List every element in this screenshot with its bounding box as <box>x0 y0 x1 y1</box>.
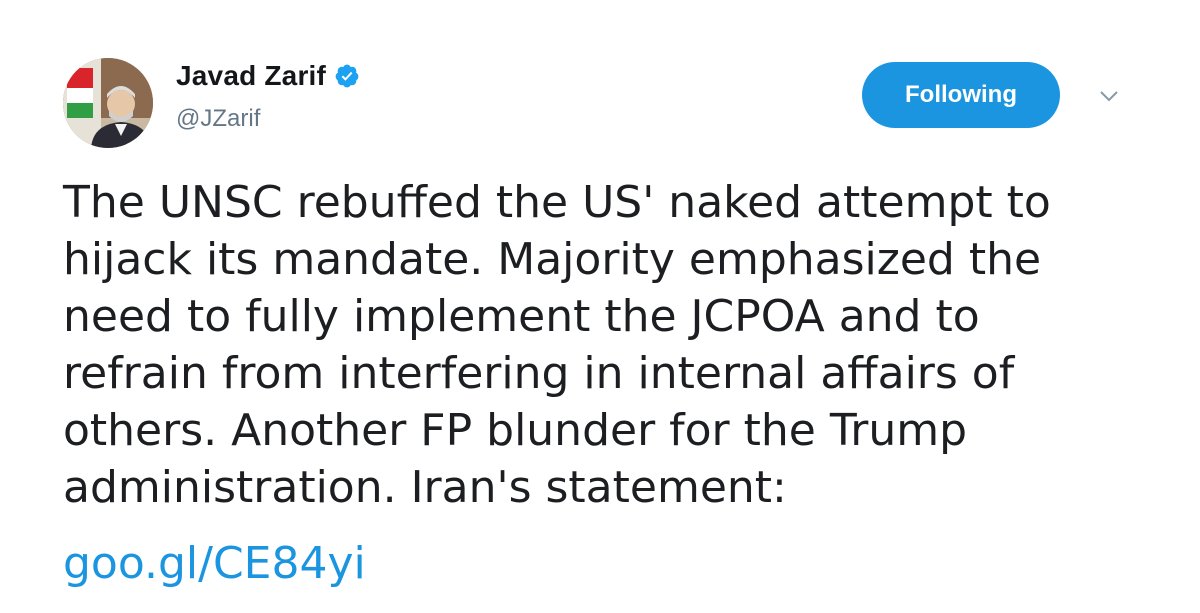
author-display-name[interactable]: Javad Zarif <box>176 60 326 92</box>
avatar-image <box>63 58 153 148</box>
verified-badge-icon <box>334 63 360 89</box>
tweet-card: Javad Zarif @JZarif Following The UNSC r… <box>0 0 1200 613</box>
tweet-link[interactable]: goo.gl/CE84yi <box>63 535 366 592</box>
author-handle[interactable]: @JZarif <box>176 105 260 133</box>
tweet-text-line: others. Another FP blunder for the Trump <box>63 405 967 456</box>
tweet-text-line: administration. Iran's statement: <box>63 462 787 513</box>
tweet-text-line: need to fully implement the JCPOA and to <box>63 291 980 342</box>
chevron-down-icon[interactable] <box>1098 88 1120 104</box>
author-name-row: Javad Zarif <box>176 60 360 92</box>
tweet-text-line: refrain from interfering in internal aff… <box>63 348 1015 399</box>
tweet-text: The UNSC rebuffed the US' naked attempt … <box>63 174 1173 516</box>
tweet-text-line: hijack its mandate. Majority emphasized … <box>63 234 1042 285</box>
following-button[interactable]: Following <box>862 62 1060 128</box>
avatar[interactable] <box>63 58 153 148</box>
tweet-text-line: The UNSC rebuffed the US' naked attempt … <box>63 177 1051 228</box>
